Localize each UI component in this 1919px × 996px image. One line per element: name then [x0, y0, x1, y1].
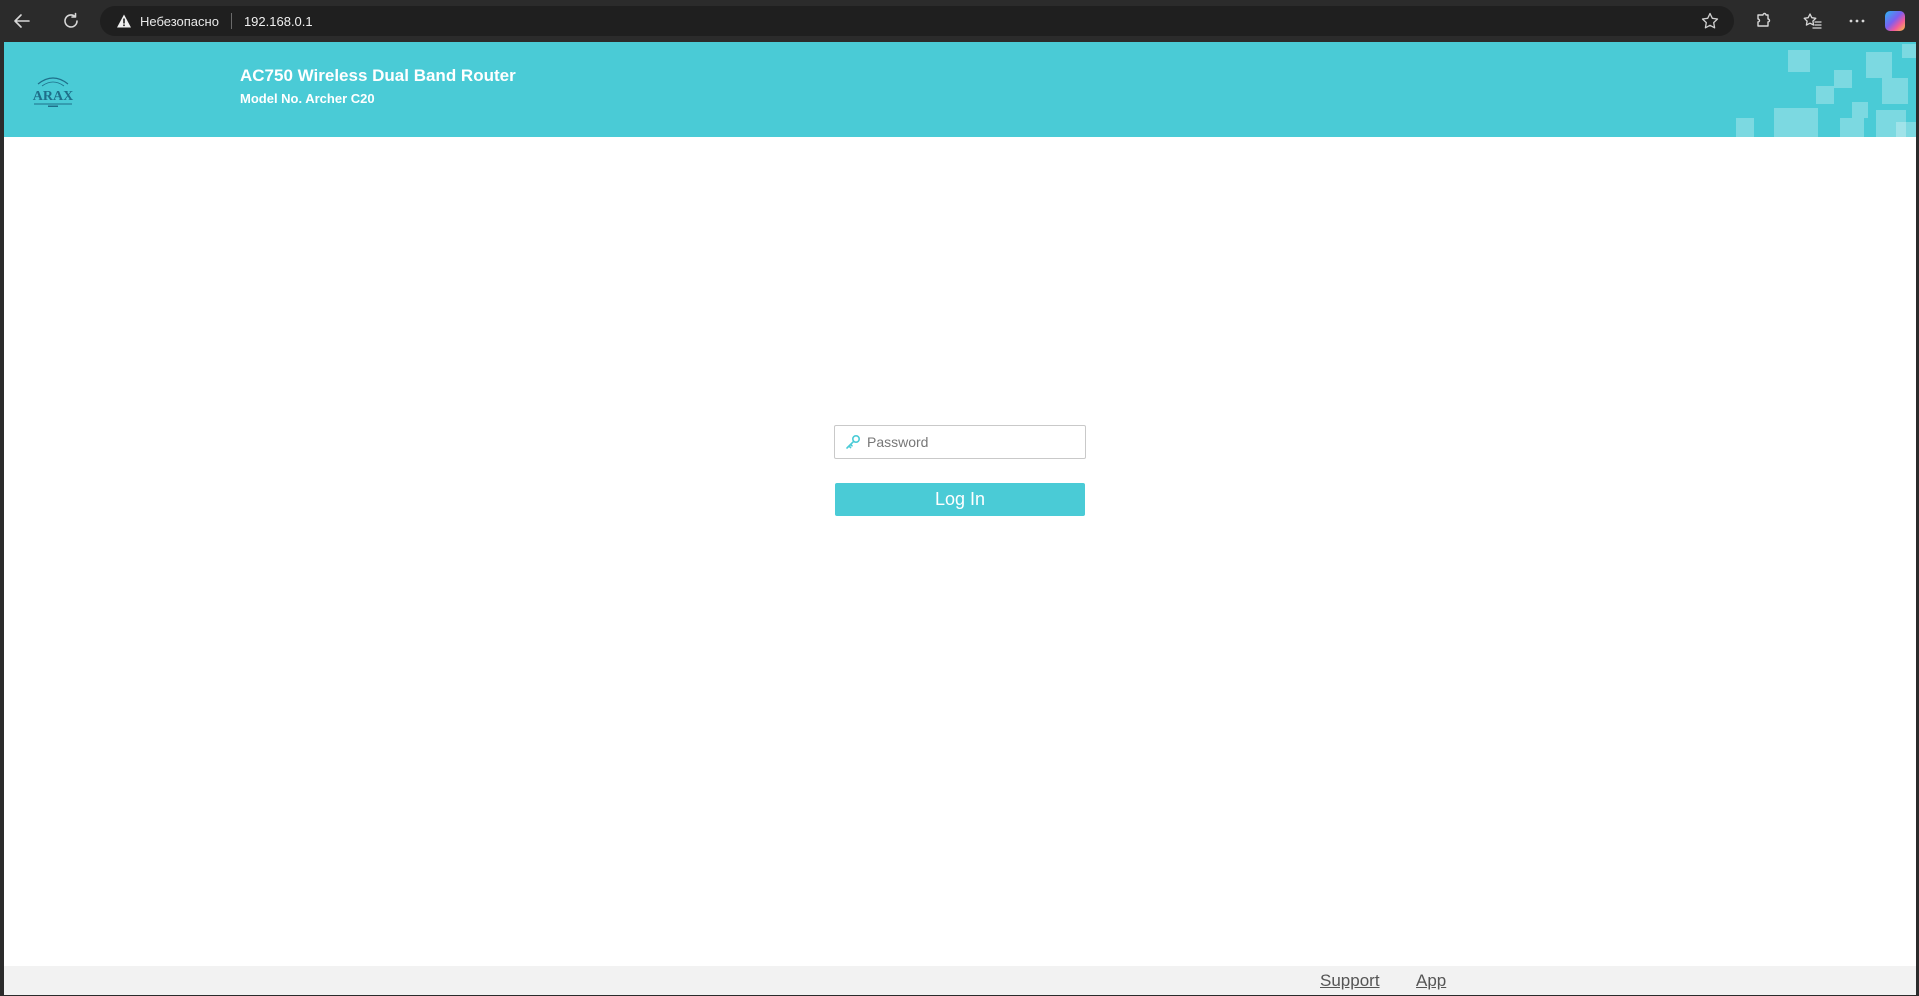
router-header: ARAX AC750 Wireless Dual Band Router Mod… — [4, 42, 1916, 137]
star-icon[interactable] — [1700, 11, 1720, 31]
svg-text:ARAX: ARAX — [33, 89, 73, 104]
address-bar[interactable]: Небезопасно 192.168.0.1 — [100, 6, 1734, 36]
app-link[interactable]: App — [1416, 971, 1446, 991]
url-text[interactable]: 192.168.0.1 — [244, 14, 313, 29]
page-viewport: ARAX AC750 Wireless Dual Band Router Mod… — [4, 42, 1916, 995]
back-arrow-icon[interactable] — [6, 6, 38, 36]
warning-triangle-icon — [117, 14, 131, 28]
password-input[interactable] — [867, 427, 1077, 457]
browser-toolbar: Небезопасно 192.168.0.1 — [0, 0, 1919, 42]
extensions-icon[interactable] — [1750, 8, 1776, 34]
header-decoration — [1736, 44, 1916, 137]
security-status[interactable]: Небезопасно — [140, 14, 219, 29]
favorites-list-icon[interactable] — [1799, 8, 1825, 34]
router-model: Model No. Archer C20 — [240, 91, 375, 106]
password-field-container — [834, 425, 1086, 459]
more-options-icon[interactable] — [1844, 8, 1870, 34]
arax-logo: ARAX — [33, 77, 73, 107]
login-button[interactable]: Log In — [835, 483, 1085, 516]
support-link[interactable]: Support — [1320, 971, 1380, 991]
reload-icon[interactable] — [55, 6, 87, 36]
copilot-icon[interactable] — [1885, 11, 1905, 31]
address-divider — [230, 13, 232, 29]
router-title: AC750 Wireless Dual Band Router — [240, 66, 516, 85]
key-icon — [846, 434, 861, 449]
footer: Support App — [4, 966, 1916, 995]
